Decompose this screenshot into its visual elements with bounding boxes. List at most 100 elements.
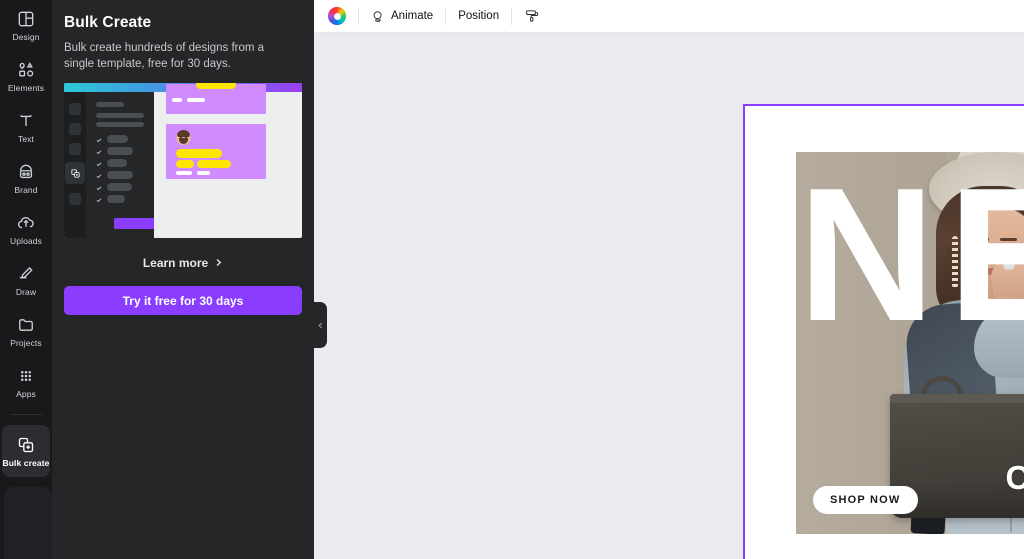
- toolbar-divider: [511, 7, 513, 25]
- design-page[interactable]: N E W Summer Collection SHOP NOW: [743, 104, 1024, 559]
- illustration-row-pill: [107, 183, 132, 191]
- panel-title: Bulk Create: [64, 14, 152, 31]
- sidebar-item-bulk-create[interactable]: Bulk create: [2, 425, 50, 477]
- illustration-rail-icon: [69, 123, 81, 135]
- position-label: Position: [458, 10, 500, 22]
- panel-description: Bulk create hundreds of designs from a s…: [64, 42, 265, 70]
- illustration-rail-icon: [69, 143, 81, 155]
- illustration-email-bar: [197, 171, 210, 175]
- illustration-row-pill: [107, 171, 133, 179]
- illustration-check-icon: [96, 161, 102, 167]
- model-ring: [1004, 260, 1014, 269]
- apps-icon: [16, 366, 36, 386]
- paint-roller-icon: [524, 8, 540, 24]
- sidebar-divider: [10, 414, 42, 415]
- sidebar-item-label: Elements: [7, 83, 45, 93]
- illustration-card: [166, 83, 266, 114]
- model-brow: [1000, 238, 1017, 241]
- editor-area: Animate Position N SHOP NOW: [314, 0, 1024, 559]
- illustration-row-pill: [107, 159, 127, 167]
- panel-collapse-handle[interactable]: [314, 302, 327, 348]
- try-free-button[interactable]: Try it free for 30 days: [64, 286, 302, 315]
- sidebar-item-draw[interactable]: Draw: [0, 255, 52, 306]
- sidebar-item-label: Design: [12, 32, 40, 42]
- bulk-create-panel: Bulk Create Bulk create hundreds of desi…: [52, 0, 314, 559]
- sidebar-item-text[interactable]: Text: [0, 102, 52, 153]
- draw-icon: [16, 264, 36, 284]
- brand-icon: [16, 162, 36, 182]
- sidebar-item-elements[interactable]: Elements: [0, 51, 52, 102]
- subtitle-line-1: Summer: [1005, 430, 1024, 462]
- illustration-check-icon: [96, 173, 102, 179]
- design-artwork[interactable]: N E W Summer Collection SHOP NOW: [796, 152, 1024, 534]
- projects-icon: [16, 315, 36, 335]
- canvas-stage[interactable]: N E W Summer Collection SHOP NOW: [314, 33, 1024, 559]
- chevron-right-icon: [214, 256, 223, 270]
- toolbar-divider: [445, 7, 447, 25]
- sidebar-item-label: Uploads: [10, 236, 42, 246]
- sidebar-item-label: Bulk create: [2, 457, 50, 468]
- animate-button[interactable]: Animate: [363, 3, 441, 29]
- uploads-icon: [16, 213, 36, 233]
- sidebar-item-apps[interactable]: Apps: [0, 357, 52, 408]
- illustration-rail-icon: [69, 103, 81, 115]
- illustration-mini-canvas: [154, 83, 296, 232]
- elements-icon: [16, 60, 36, 80]
- text-icon: [16, 111, 36, 131]
- sidebar-item-label: Draw: [15, 287, 37, 297]
- top-toolbar: Animate Position: [314, 0, 1024, 33]
- illustration-row-pill: [107, 135, 128, 143]
- model-nose: [992, 250, 999, 262]
- position-button[interactable]: Position: [450, 3, 507, 29]
- model-eye: [974, 245, 986, 250]
- rainbow-color-wheel-icon: [328, 7, 346, 25]
- illustration-check-icon: [96, 137, 102, 143]
- copy-style-button[interactable]: [516, 3, 548, 29]
- model-brow: [972, 238, 989, 241]
- rail-bottom-panel-connector: [4, 487, 52, 559]
- model-eye: [1002, 245, 1014, 250]
- illustration-mini-sidepanel: [86, 92, 168, 238]
- learn-more-label: Learn more: [142, 256, 209, 270]
- illustration-highlight: [196, 83, 236, 89]
- illustration-email-bar: [176, 171, 192, 175]
- toolbar-divider: [358, 7, 359, 25]
- shop-now-button[interactable]: SHOP NOW: [813, 486, 918, 514]
- sidebar-item-label: Apps: [16, 389, 36, 399]
- sidebar-item-uploads[interactable]: Uploads: [0, 204, 52, 255]
- sidebar-item-brand[interactable]: Brand: [0, 153, 52, 204]
- chevron-left-icon: [317, 316, 324, 334]
- color-swatch-button[interactable]: [320, 3, 354, 29]
- illustration-check-icon: [96, 185, 102, 191]
- illustration-text-bar: [96, 122, 144, 127]
- illustration-row-pill: [107, 195, 125, 203]
- bulk-create-icon: [16, 435, 36, 455]
- subtitle-text: Summer Collection: [1005, 430, 1024, 495]
- illustration-highlight: [176, 160, 194, 168]
- learn-more-link[interactable]: Learn more: [64, 256, 302, 270]
- illustration-highlight: [176, 149, 222, 158]
- illustration-check-icon: [96, 149, 102, 155]
- illustration-email-bar: [172, 98, 182, 102]
- subtitle-line-2: Collection: [1005, 461, 1024, 494]
- bulk-create-illustration: [64, 83, 302, 238]
- illustration-highlight: [197, 160, 231, 168]
- sidebar-item-label: Projects: [10, 338, 42, 348]
- illustration-row-pill: [107, 147, 133, 155]
- illustration-text-bar: [96, 102, 124, 107]
- design-icon: [16, 9, 36, 29]
- animate-icon: [371, 9, 386, 24]
- illustration-rail-active-icon: [65, 162, 85, 184]
- sidebar-item-label: Text: [18, 134, 34, 144]
- canva-editor-window: Design Elements Text Brand Uploads Draw …: [0, 0, 1024, 559]
- animate-label: Animate: [391, 10, 434, 22]
- illustration-text-bar: [96, 113, 144, 118]
- sidebar-item-projects[interactable]: Projects: [0, 306, 52, 357]
- left-sidebar-rail: Design Elements Text Brand Uploads Draw …: [0, 0, 52, 559]
- illustration-mini-rail: [64, 92, 86, 238]
- illustration-card: [166, 124, 266, 179]
- tote-bag-lip: [890, 394, 1024, 403]
- sidebar-item-design[interactable]: Design: [0, 0, 52, 51]
- illustration-email-bar: [187, 98, 205, 102]
- illustration-check-icon: [96, 197, 102, 203]
